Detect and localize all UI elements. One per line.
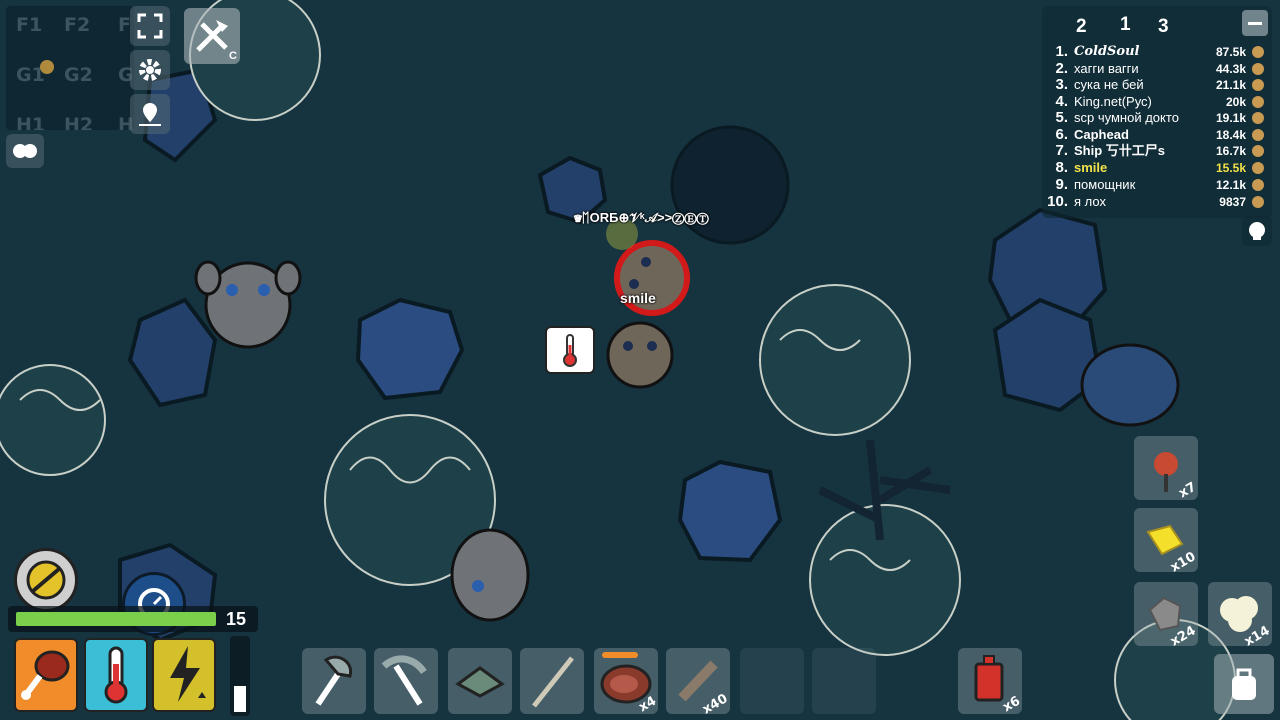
player-marker-icon — [40, 60, 54, 74]
hotbar-slot[interactable] — [520, 648, 584, 714]
cold-warning — [545, 326, 595, 374]
rank-icon — [1252, 129, 1264, 141]
stone-axe-icon — [315, 655, 353, 706]
rank-icon — [1252, 145, 1264, 157]
hotbar-slot[interactable]: x40 — [666, 648, 730, 718]
hotbar-slot[interactable]: x6 — [958, 648, 1023, 715]
stone-shovel-icon — [455, 666, 505, 698]
rank-icon — [1252, 63, 1264, 75]
map-marker-button[interactable] — [130, 94, 170, 134]
craft-button[interactable]: C — [184, 8, 240, 64]
leaderboard-row: 10. я лох 9837 — [1046, 194, 1266, 210]
leafy-bush — [0, 364, 106, 476]
xp-bar-fill — [16, 612, 216, 626]
gear-icon — [139, 59, 161, 81]
thermometer-icon — [104, 646, 128, 704]
hotbar-slot-empty[interactable] — [740, 648, 804, 714]
rank-icon — [1252, 96, 1264, 108]
temperature-gauge — [84, 638, 148, 712]
team-button[interactable] — [6, 134, 44, 168]
creature — [450, 528, 530, 622]
collapse-leaderboard-button[interactable] — [1242, 10, 1268, 36]
leaderboard-row: 5. scp чумной доктo 19.1k — [1046, 110, 1266, 126]
minimap-cell: G2 — [64, 64, 93, 86]
minus-icon — [1248, 22, 1262, 25]
stone-pickaxe-icon — [381, 655, 427, 706]
rock — [355, 297, 465, 401]
leaderboard-tab[interactable]: 2 — [1076, 16, 1087, 38]
leaderboard-row-self: 8. smile 15.5k — [1046, 160, 1266, 176]
leaderboard-row: 1. ColdSoul 87.5k — [1046, 44, 1266, 60]
other-player-name: ♛ᛖORƂ⊕𝒱ᵏ𝒜>>ⓏⒺⓉ — [574, 210, 709, 225]
level-number: 15 — [226, 609, 247, 629]
skull-icon — [1249, 222, 1265, 240]
inventory-slot[interactable]: x24 — [1134, 582, 1198, 650]
craft-hotkey: C — [229, 50, 237, 62]
leaderboard-tab[interactable]: 3 — [1158, 16, 1169, 38]
map-pin-icon — [139, 103, 161, 126]
hotbar-slot[interactable]: x4 — [594, 648, 659, 715]
fullscreen-icon — [137, 13, 163, 39]
minimap-cell: F2 — [64, 14, 91, 36]
leaderboard-row: 7. Ship 丂卄工尸s 16.7k — [1046, 143, 1266, 159]
leaderboard-row: 9. помощник 12.1k — [1046, 177, 1266, 193]
self-player-name: smile — [620, 290, 656, 306]
rank-icon — [1252, 46, 1264, 58]
rank-icon — [1252, 79, 1264, 91]
inventory-slot[interactable]: x7 — [1134, 436, 1199, 501]
settings-button[interactable] — [130, 50, 170, 90]
minimap-cell: H2 — [64, 114, 94, 130]
leaderboard-row: 6. Caphead 18.4k — [1046, 127, 1266, 143]
rank-icon — [1252, 196, 1264, 208]
rank-icon — [1252, 162, 1264, 174]
compass-gauge — [14, 548, 78, 612]
leaderboard-tab[interactable]: 1 — [1120, 14, 1131, 36]
rock — [127, 297, 218, 408]
minimap[interactable]: F1 F2 F G1 G2 G H1 H2 H — [6, 6, 134, 130]
lightning-icon — [170, 646, 206, 702]
rock — [677, 459, 783, 563]
inventory-slot[interactable]: x10 — [1134, 508, 1198, 576]
food-gauge — [14, 638, 78, 712]
rank-icon — [1252, 112, 1264, 124]
xp-bar: 15 — [8, 606, 258, 632]
leaderboard-row: 2. хагги вагги 44.3k — [1046, 61, 1266, 77]
skull-button[interactable] — [1242, 216, 1272, 246]
meat-leg-icon — [21, 650, 70, 700]
wooden-spear-icon — [532, 656, 574, 708]
fullscreen-button[interactable] — [130, 6, 170, 46]
hotbar-slot-empty[interactable] — [812, 648, 876, 714]
hotbar-slot[interactable] — [448, 648, 512, 714]
oxygen-bar — [230, 636, 250, 716]
leaderboard: 2 1 3 1. ColdSoul 87.5k 2. хагги вагги 44.3k… — [1042, 6, 1272, 218]
oxygen-bar-fill — [234, 686, 246, 712]
compass-icon — [26, 560, 66, 600]
inventory-slot[interactable]: x14 — [1208, 582, 1272, 650]
minimap-cell: H1 — [16, 114, 46, 130]
leaderboard-row: 3. сука не бей 21.1k — [1046, 77, 1266, 93]
crafting-tools-icon — [196, 20, 228, 52]
thermometer-icon — [563, 334, 577, 367]
blue-creature — [1080, 343, 1180, 427]
skulls-icon — [13, 144, 37, 158]
backpack-button[interactable] — [1214, 654, 1274, 714]
leafy-bush — [809, 504, 961, 656]
rank-icon — [1252, 179, 1264, 191]
hotbar-slot[interactable] — [374, 648, 438, 714]
leafy-bush — [759, 284, 911, 436]
leaderboard-row: 4. King.net(Рус) 20k — [1046, 94, 1266, 110]
food-progress — [602, 652, 638, 658]
minimap-cell: F1 — [16, 14, 43, 36]
other-player — [606, 321, 674, 389]
backpack-icon — [1232, 668, 1256, 700]
hotbar-slot[interactable] — [302, 648, 366, 714]
energy-gauge — [152, 638, 216, 712]
